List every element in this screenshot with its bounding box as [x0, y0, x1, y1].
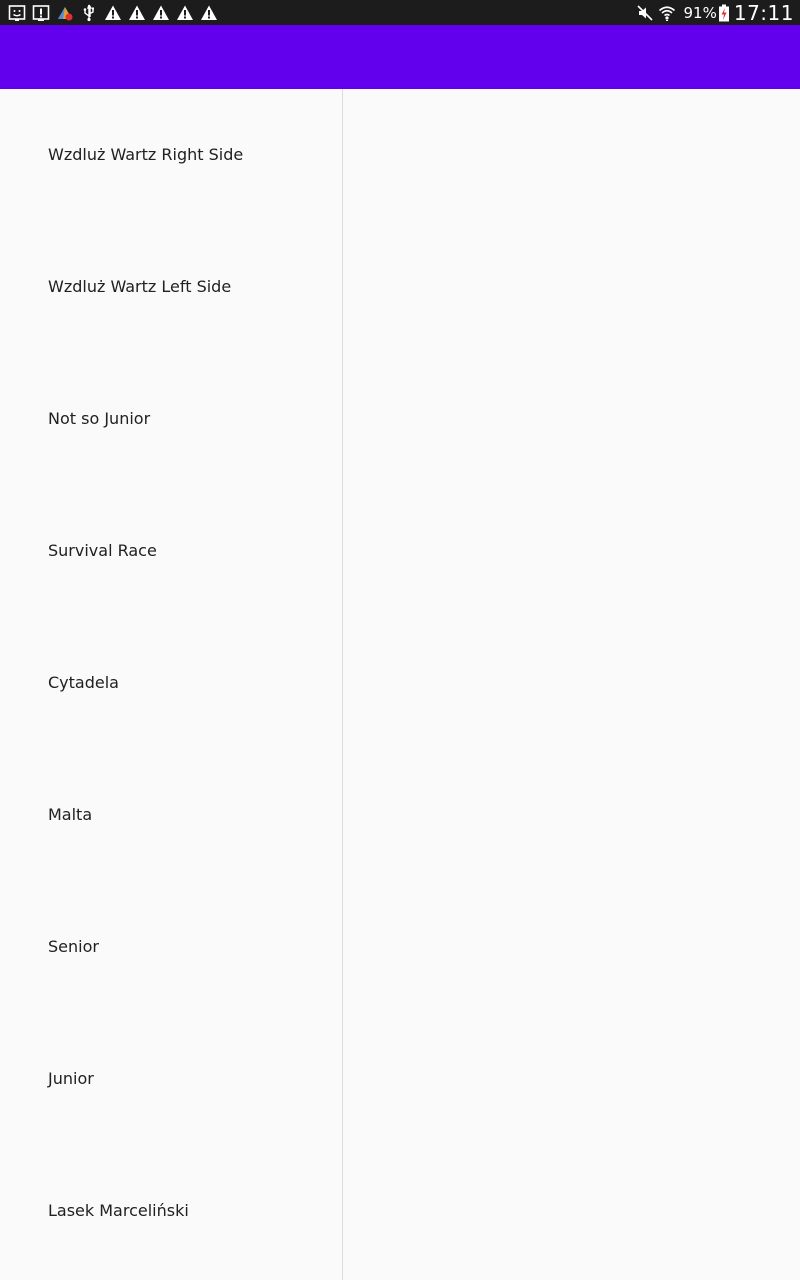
warning-icon [152, 4, 170, 22]
app-bar [0, 25, 800, 89]
status-bar-system: 91% 17:11 [636, 0, 794, 25]
wifi-icon [658, 4, 676, 22]
list-item[interactable]: Lasek Marceliński [0, 1145, 342, 1277]
list-item[interactable]: Senior [0, 881, 342, 1013]
list-item-label: Survival Race [48, 540, 157, 560]
detail-pane [343, 89, 800, 1280]
status-bar: 91% 17:11 [0, 0, 800, 25]
alert-box-icon [32, 4, 50, 22]
list-item[interactable]: Malta [0, 749, 342, 881]
list-item-label: Cytadela [48, 672, 119, 692]
list-item[interactable]: Junior [0, 1013, 342, 1145]
face-notification-icon [8, 4, 26, 22]
list-item-label: Senior [48, 936, 99, 956]
battery-charging-icon [718, 4, 730, 22]
warning-icon [128, 4, 146, 22]
list-item[interactable]: Wzdluż Wartz Left Side [0, 221, 342, 353]
list-item-label: Wzdluż Wartz Right Side [48, 144, 244, 164]
weather-app-icon [56, 4, 74, 22]
list-item-label: Not so Junior [48, 408, 151, 428]
usb-icon [80, 4, 98, 22]
battery-percentage: 91% [683, 3, 717, 22]
list-item[interactable]: Not so Junior [0, 353, 342, 485]
list-item[interactable]: Wzdluż Wartz Right Side [0, 89, 342, 221]
list-item[interactable]: Cytadela [0, 617, 342, 749]
list-item-label: Wzdluż Wartz Left Side [48, 276, 232, 296]
track-list[interactable]: Wzdluż Wartz Right Side Wzdluż Wartz Lef… [0, 89, 342, 1280]
clock: 17:11 [733, 0, 794, 25]
warning-icon [176, 4, 194, 22]
list-item-label: Malta [48, 804, 93, 824]
warning-icon [200, 4, 218, 22]
list-item[interactable]: Survival Race [0, 485, 342, 617]
list-item-label: Junior [48, 1068, 94, 1088]
mute-icon [636, 4, 654, 22]
warning-icon [104, 4, 122, 22]
list-item-label: Lasek Marceliński [48, 1200, 189, 1220]
status-bar-notifications [8, 0, 224, 25]
